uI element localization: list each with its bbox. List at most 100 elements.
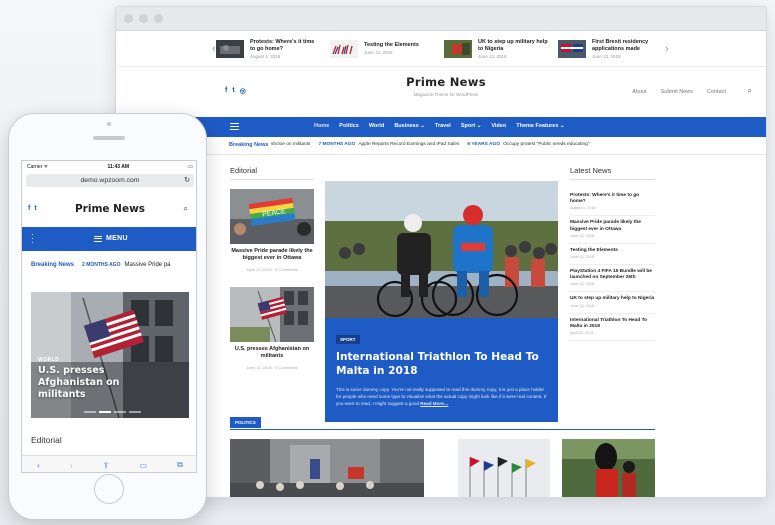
hamburger-menu-icon[interactable] <box>230 123 239 130</box>
ticker-item[interactable]: Testing the Elements June 13, 2018 <box>330 39 434 58</box>
phone-speaker <box>93 136 125 140</box>
bookmarks-icon[interactable]: ▭ <box>139 461 147 470</box>
ticker-title: Protests: Where's it time to go home? <box>250 38 315 52</box>
menu-item-world[interactable]: World <box>369 123 384 129</box>
chevron-right-icon[interactable]: › <box>665 43 669 55</box>
latest-item-title: Testing the Elements <box>570 247 618 253</box>
latest-item-date: June 13, 2018 <box>570 233 595 238</box>
instagram-icon[interactable]: ◎ <box>240 87 246 95</box>
latest-item-title: Massive Pride parade likely the biggest … <box>570 220 641 232</box>
ticker-thumb <box>330 39 358 58</box>
menu-item-theme-features[interactable]: Theme Features ⌄ <box>516 123 564 129</box>
forward-icon[interactable]: › <box>70 461 73 470</box>
hero-excerpt: This is some dummy copy. You're not real… <box>336 386 547 407</box>
latest-news-heading: Latest News <box>570 166 612 175</box>
mobile-hero-category[interactable]: WORLD <box>38 357 158 363</box>
flags-image[interactable] <box>458 439 550 498</box>
url-text: demo.wpzoom.com <box>80 177 140 184</box>
card-title[interactable]: Massive Pride parade likely the biggest … <box>230 248 314 262</box>
address-bar[interactable]: demo.wpzoom.com ↻ <box>26 174 194 187</box>
breaking-item[interactable]: shcloe on militants <box>271 142 310 147</box>
twitter-icon[interactable]: t <box>232 87 234 95</box>
home-button[interactable] <box>94 474 124 504</box>
latest-item-title: Protests: Where's it time to go home? <box>570 193 640 205</box>
pager-dot[interactable] <box>129 411 141 413</box>
pager-dot[interactable] <box>84 411 96 413</box>
menu-item-home[interactable]: Home <box>314 123 329 129</box>
search-icon[interactable]: ⌕ <box>184 204 188 214</box>
ticker-thumb <box>558 39 586 58</box>
menu-item-video[interactable]: Video <box>491 123 506 129</box>
ticker-thumb <box>444 39 472 58</box>
ticker-item[interactable]: First Brexit residency applications made… <box>558 39 662 59</box>
site-brand[interactable]: Prime News Magazine Theme for WordPress <box>366 75 526 97</box>
latest-item-date: June 13, 2018 <box>570 255 595 260</box>
ticker-date: June 13, 2018 <box>592 53 621 59</box>
minimize-window-dot[interactable] <box>139 14 148 23</box>
breaking-item[interactable]: 7 MONTHS AGO Apple Reports Record Earning… <box>318 142 459 147</box>
breaking-item-text[interactable]: Massive Pride pa <box>124 262 170 268</box>
status-time: 11:43 AM <box>107 163 130 170</box>
pride-parade-image[interactable]: PEACE <box>230 189 314 244</box>
editorial-divider <box>230 179 314 180</box>
desktop-browser-window: ‹ Protests: Where's it time to go home? A… <box>115 6 767 498</box>
list-item[interactable]: PlayStation 4 FIFA 15 Bundle will be lau… <box>570 265 655 293</box>
close-window-dot[interactable] <box>124 14 133 23</box>
menu-item-sport[interactable]: Sport ⌄ <box>461 123 482 129</box>
list-item[interactable]: Testing the Elements June 13, 2018 <box>570 244 655 266</box>
ticker-title: Testing the Elements <box>364 42 419 48</box>
protest-street-image[interactable] <box>230 439 424 498</box>
politics-divider <box>230 429 655 430</box>
back-icon[interactable]: ‹ <box>37 461 40 470</box>
list-item[interactable]: UK to step up military help to Nigeria Ju… <box>570 292 655 314</box>
hero-title[interactable]: International Triathlon To Head To Malta… <box>336 350 547 378</box>
mobile-site-title[interactable]: Prime News <box>22 203 196 215</box>
latest-item-date: June 13, 2018 <box>570 303 595 308</box>
ticker-title: UK to step up military help to Nigeria <box>478 38 548 52</box>
carrier-label: Carrier ᯤ <box>27 163 49 170</box>
topnav-contact[interactable]: Contact <box>707 89 726 95</box>
search-icon[interactable]: ⌕ <box>748 86 752 96</box>
breaking-item-text: shcloe on militants <box>271 142 311 147</box>
share-icon[interactable]: ⇪ <box>103 461 110 470</box>
tabs-icon[interactable]: ⧉ <box>177 460 183 470</box>
site-title[interactable]: Prime News <box>366 75 526 89</box>
facebook-icon[interactable]: f <box>225 87 227 95</box>
ticker-thumb <box>216 39 244 58</box>
list-item[interactable]: Massive Pride parade likely the biggest … <box>570 216 655 244</box>
chevron-left-icon[interactable]: ‹ <box>212 43 216 55</box>
royal-guard-image[interactable] <box>562 439 655 498</box>
status-bar: Carrier ᯤ 11:43 AM ▭ <box>22 161 196 172</box>
mobile-hero-title[interactable]: U.S. presses Afghanistan on militants <box>38 365 158 401</box>
pager-dot-active[interactable] <box>99 411 111 413</box>
breaking-news-label: Breaking News <box>31 262 75 268</box>
menu-button[interactable]: MENU <box>94 235 128 242</box>
afghanistan-flag-image[interactable] <box>230 287 314 342</box>
ticker-item[interactable]: UK to step up military help to Nigeria Ju… <box>444 39 548 59</box>
politics-section-label[interactable]: POLITICS <box>230 417 261 428</box>
showcase-stage: ‹ Protests: Where's it time to go home? A… <box>0 0 775 525</box>
ticker-item[interactable]: Protests: Where's it time to go home? Aug… <box>216 39 320 59</box>
slider-pager <box>84 411 141 413</box>
list-item[interactable]: International Triathlon To Head To Malta… <box>570 314 655 342</box>
menu-item-business[interactable]: Business ⌄ <box>394 123 425 129</box>
breaking-item[interactable]: 6 YEARS AGO Occupy protest "Public needs … <box>467 142 589 147</box>
menu-item-politics[interactable]: Politics <box>339 123 359 129</box>
mobile-phone-frame: Carrier ᯤ 11:43 AM ▭ demo.wpzoom.com ↻ f… <box>8 113 207 520</box>
more-options-icon[interactable]: · · · <box>31 230 34 247</box>
mobile-hero-caption: WORLD U.S. presses Afghanistan on milita… <box>38 357 158 401</box>
latest-divider <box>570 179 655 180</box>
hero-category-badge[interactable]: SPORT <box>336 335 360 344</box>
triathlon-hero-image[interactable] <box>325 181 558 318</box>
latest-item-title: UK to step up military help to Nigeria <box>570 296 655 302</box>
zoom-window-dot[interactable] <box>154 14 163 23</box>
pager-dot[interactable] <box>114 411 126 413</box>
card-title[interactable]: U.S. presses Afghanistan on militants <box>230 346 314 360</box>
topnav-submit-news[interactable]: Submit News <box>661 89 693 95</box>
latest-item-date: June 13, 2018 <box>570 282 595 287</box>
read-more-link[interactable]: Read More… <box>420 401 448 406</box>
list-item[interactable]: Protests: Where's it time to go home? Aug… <box>570 189 655 217</box>
reload-icon[interactable]: ↻ <box>184 174 190 187</box>
menu-item-travel[interactable]: Travel <box>435 123 451 129</box>
topnav-about[interactable]: About <box>632 89 646 95</box>
